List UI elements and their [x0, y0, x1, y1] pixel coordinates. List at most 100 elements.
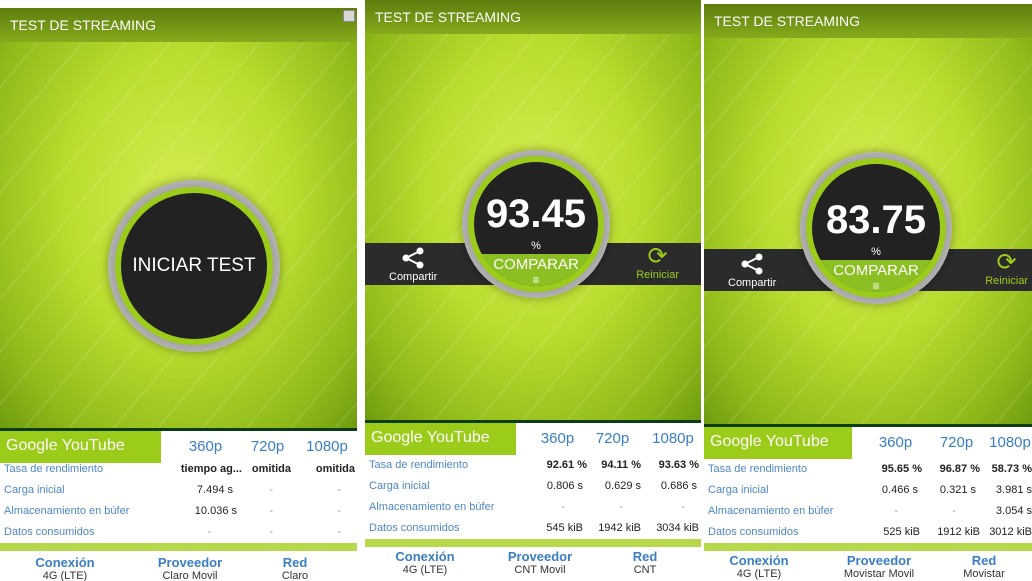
provider-value: CNT Movil: [514, 564, 566, 576]
row-label: Datos consumidos: [708, 526, 799, 538]
connection-label: Conexión: [395, 549, 455, 564]
restart-label: Reiniciar: [636, 269, 679, 281]
cell: -: [269, 484, 273, 496]
footer-divider: [0, 543, 357, 551]
provider-info: Proveedor CNT Movil: [490, 549, 590, 576]
compare-button[interactable]: COMPARAR ≡: [474, 254, 598, 286]
res-720p: 720p: [939, 434, 974, 451]
table-row: Almacenamiento en búfer - - -: [365, 497, 701, 518]
row-label: Carga inicial: [708, 484, 769, 496]
restart-button[interactable]: ⟳ Reiniciar: [636, 245, 679, 282]
cell: -: [337, 505, 341, 517]
cell: -: [269, 505, 273, 517]
compare-label: COMPARAR: [493, 256, 579, 273]
row-label: Almacenamiento en búfer: [4, 505, 130, 517]
cell: 545 kiB: [546, 522, 583, 534]
connection-value: 4G (LTE): [42, 570, 88, 581]
app-title: TEST DE STREAMING: [375, 9, 521, 25]
cell: 525 kiB: [883, 526, 920, 538]
cell: -: [207, 526, 211, 538]
cell: 3034 kiB: [656, 522, 699, 534]
cell: omitida: [251, 463, 291, 475]
service-name: Google YouTube: [704, 427, 852, 459]
cell: 1942 kiB: [598, 522, 641, 534]
results-header: Google YouTube 360p 720p 1080p: [704, 427, 1032, 459]
score-value: 93.45: [485, 192, 587, 236]
top-bar: TEST DE STREAMING: [704, 4, 1032, 38]
cell: -: [269, 526, 273, 538]
connection-value: 4G (LTE): [736, 568, 782, 580]
cell: -: [337, 526, 341, 538]
network-info: Red Movistar: [944, 553, 1024, 580]
cell: 95.65 %: [881, 463, 922, 475]
refresh-icon: ⟳: [996, 249, 1017, 276]
cell: 93.63 %: [658, 459, 699, 471]
hero-background: TEST DE STREAMING Compartir ⟳ Reiniciar …: [704, 4, 1032, 427]
window-control-icon[interactable]: [343, 10, 355, 22]
row-label: Almacenamiento en búfer: [708, 505, 834, 517]
network-label: Red: [971, 553, 997, 568]
share-button[interactable]: Compartir: [389, 247, 437, 283]
share-button[interactable]: Compartir: [728, 253, 776, 289]
row-label: Almacenamiento en búfer: [369, 501, 495, 513]
res-360p: 360p: [540, 430, 575, 447]
score-unit: %: [531, 240, 541, 252]
network-value: CNT: [633, 564, 657, 576]
connection-label: Conexión: [35, 555, 95, 570]
cell: 94.11 %: [601, 459, 641, 471]
res-720p: 720p: [595, 430, 630, 447]
table-row: Carga inicial 7.494 s - -: [0, 480, 357, 501]
table-row: Carga inicial 0.806 s 0.629 s 0.686 s: [365, 476, 701, 497]
table-row: Tasa de rendimiento 95.65 % 96.87 % 58.7…: [704, 459, 1032, 480]
network-label: Red: [282, 555, 308, 570]
cell: 92.61 %: [546, 459, 587, 471]
footer-divider: [704, 543, 1032, 551]
cell: 0.806 s: [546, 480, 583, 492]
network-info: Red CNT: [605, 549, 685, 576]
cell: 0.466 s: [881, 484, 918, 496]
res-1080p: 1080p: [989, 434, 1031, 451]
provider-label: Proveedor: [846, 553, 912, 568]
top-bar: TEST DE STREAMING: [0, 8, 357, 42]
top-bar: TEST DE STREAMING: [365, 0, 701, 34]
cell: 7.494 s: [196, 484, 233, 496]
results-header: Google YouTube 360p 720p 1080p: [365, 423, 701, 455]
score-dial: 93.45 % COMPARAR ≡: [474, 162, 598, 286]
network-value: Movistar: [963, 568, 1005, 580]
start-test-label: INICIAR TEST: [132, 255, 256, 276]
connection-footer: Conexión 4G (LTE) Proveedor Claro Movil …: [0, 555, 357, 581]
start-test-button[interactable]: INICIAR TEST: [121, 193, 267, 339]
row-label: Carga inicial: [369, 480, 430, 492]
share-icon: [741, 253, 763, 275]
score-value: 83.75: [825, 198, 927, 242]
compare-button[interactable]: COMPARAR ≡: [812, 260, 940, 292]
connection-info: Conexión 4G (LTE): [714, 553, 804, 580]
streaming-panel-start: TEST DE STREAMING INICIAR TEST Google Yo…: [0, 8, 357, 581]
table-row: Tasa de rendimiento 92.61 % 94.11 % 93.6…: [365, 455, 701, 476]
row-label: Tasa de rendimiento: [4, 463, 104, 475]
connection-value: 4G (LTE): [402, 564, 448, 576]
score-unit: %: [871, 246, 881, 258]
connection-footer: Conexión 4G (LTE) Proveedor CNT Movil Re…: [365, 549, 701, 581]
share-label: Compartir: [389, 271, 438, 283]
restart-button[interactable]: ⟳ Reiniciar: [985, 249, 1028, 288]
network-label: Red: [632, 549, 658, 564]
table-row: Almacenamiento en búfer - - 3.054 s: [704, 501, 1032, 522]
cell: 3.054 s: [995, 505, 1032, 517]
compare-icon: ≡: [872, 279, 880, 292]
network-info: Red Claro: [255, 555, 335, 581]
connection-footer: Conexión 4G (LTE) Proveedor Movistar Mov…: [704, 553, 1032, 581]
provider-info: Proveedor Movistar Movil: [824, 553, 934, 580]
streaming-panel-result-2: TEST DE STREAMING Compartir ⟳ Reiniciar …: [704, 4, 1032, 581]
provider-value: Movistar Movil: [843, 568, 915, 580]
row-label: Tasa de rendimiento: [369, 459, 469, 471]
cell: -: [894, 505, 898, 517]
provider-label: Proveedor: [507, 549, 573, 564]
row-label: Datos consumidos: [4, 526, 95, 538]
provider-label: Proveedor: [157, 555, 223, 570]
provider-value: Claro Movil: [162, 570, 218, 581]
hero-background: TEST DE STREAMING INICIAR TEST: [0, 8, 357, 431]
restart-label: Reiniciar: [985, 275, 1028, 287]
row-label: Carga inicial: [4, 484, 65, 496]
cell: 10.036 s: [194, 505, 237, 517]
